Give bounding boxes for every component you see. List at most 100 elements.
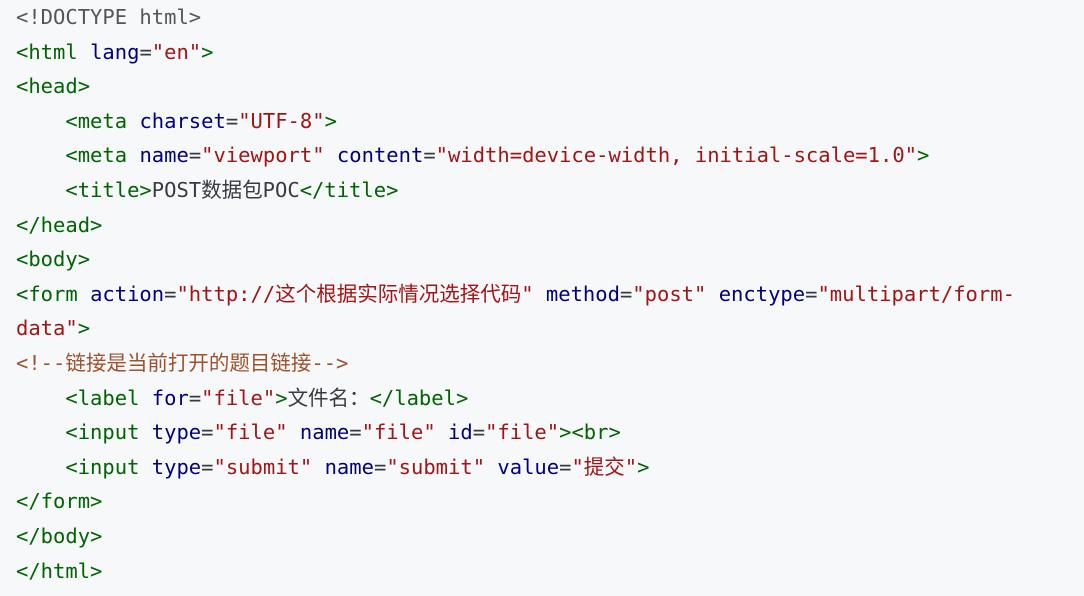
code-token-str: "submit" bbox=[386, 454, 486, 479]
code-token-text: 文件名： bbox=[287, 385, 370, 410]
code-token-tag: > bbox=[201, 39, 214, 64]
code-token-text: = bbox=[139, 39, 152, 64]
code-token-comment: <!--链接是当前打开的题目链接--> bbox=[16, 351, 349, 375]
code-token-str: "file" bbox=[213, 420, 288, 445]
code-token-str: "file" bbox=[361, 420, 436, 445]
code-token-str: "width=device-width, initial-scale=1.0" bbox=[435, 143, 918, 168]
code-token-tag: ><br> bbox=[559, 420, 621, 445]
code-token-attr: id bbox=[448, 420, 473, 445]
code-line: <input type="file" name="file" id="file"… bbox=[16, 415, 621, 449]
code-token-tag: </title> bbox=[299, 178, 399, 202]
code-line: <label for="file">文件名：</label> bbox=[16, 381, 468, 415]
code-line: <!--链接是当前打开的题目链接--> bbox=[16, 346, 348, 380]
code-token-text: POST数据包POC bbox=[151, 178, 300, 202]
code-line: <meta charset="UTF-8"> bbox=[16, 104, 337, 138]
code-token-attr: lang bbox=[90, 39, 140, 64]
code-line: </head> bbox=[16, 208, 102, 242]
code-token-text: = bbox=[188, 143, 202, 168]
code-token-text: = bbox=[805, 281, 818, 306]
code-token-attr: type bbox=[151, 454, 202, 479]
code-token-attr: type bbox=[151, 420, 202, 445]
code-line: </html> bbox=[16, 554, 102, 588]
code-line: <input type="submit" name="submit" value… bbox=[16, 450, 650, 484]
code-block: <!DOCTYPE html> <html lang="en"> <head> <m… bbox=[0, 0, 1084, 596]
code-token-str: "提交" bbox=[571, 454, 638, 479]
code-token-tag: > bbox=[917, 143, 930, 168]
code-token-attr: charset bbox=[139, 108, 226, 133]
code-token-tag: <label bbox=[65, 385, 140, 410]
code-token-str: "UTF-8" bbox=[238, 108, 325, 133]
code-token-tag: <title> bbox=[65, 178, 152, 202]
code-token-tag: </body> bbox=[16, 524, 103, 548]
code-line: <html lang="en"> bbox=[16, 35, 214, 69]
code-token-attr: name bbox=[139, 143, 189, 168]
code-token-str: data" bbox=[16, 316, 78, 341]
code-token-tag: </label> bbox=[369, 385, 469, 410]
code-token-tag: <meta bbox=[65, 143, 128, 168]
code-token-tag: <meta bbox=[65, 108, 128, 133]
code-token-tag: </form> bbox=[16, 489, 103, 514]
code-line: <form action="http://这个根据实际情况选择代码" metho… bbox=[16, 277, 1015, 311]
code-token-text: = bbox=[201, 420, 214, 445]
code-token-str: "en" bbox=[151, 39, 202, 64]
code-token-text: = bbox=[472, 420, 486, 445]
code-token-tag: <html bbox=[16, 39, 78, 64]
code-token-tag: <body> bbox=[16, 247, 91, 272]
code-token-str: "http://这个根据实际情况选择代码" bbox=[176, 281, 534, 306]
code-token-text: = bbox=[164, 281, 177, 306]
code-token-tag: </head> bbox=[16, 212, 103, 237]
code-token-attr: name bbox=[299, 420, 350, 445]
code-token-attr: value bbox=[497, 454, 560, 479]
code-line: <head> bbox=[16, 69, 90, 103]
code-token-text: = bbox=[225, 108, 239, 133]
code-token-attr: enctype bbox=[718, 281, 806, 306]
code-token-attr: method bbox=[545, 281, 620, 306]
code-token-text: = bbox=[201, 454, 214, 479]
code-line: <meta name="viewport" content="width=dev… bbox=[16, 138, 929, 172]
code-token-text: = bbox=[188, 385, 202, 410]
code-token-attr: content bbox=[336, 143, 424, 168]
code-token-tag: <input bbox=[65, 454, 140, 479]
code-line: data"> bbox=[16, 311, 90, 345]
code-token-attr: action bbox=[90, 281, 165, 306]
code-line: <body> bbox=[16, 242, 90, 276]
code-token-doctype: <!DOCTYPE html> bbox=[16, 5, 202, 29]
code-token-str: "submit" bbox=[213, 454, 313, 479]
code-token-tag: > bbox=[324, 108, 337, 133]
code-token-text: = bbox=[349, 420, 362, 445]
code-line: </body> bbox=[16, 519, 102, 553]
code-line: <!DOCTYPE html> bbox=[16, 0, 201, 34]
code-token-str: "file" bbox=[201, 385, 276, 410]
code-token-tag: > bbox=[77, 316, 91, 341]
code-token-tag: </html> bbox=[16, 558, 103, 583]
code-token-str: "multipart/form- bbox=[817, 281, 1015, 306]
code-line: </form> bbox=[16, 484, 102, 518]
code-token-str: "viewport" bbox=[201, 143, 325, 168]
code-token-str: "file" bbox=[485, 420, 560, 445]
code-token-attr: for bbox=[151, 385, 189, 410]
code-token-text: = bbox=[423, 143, 436, 168]
code-token-tag: <form bbox=[16, 281, 78, 306]
code-token-str: "post" bbox=[632, 281, 707, 306]
code-token-tag: > bbox=[637, 454, 650, 479]
code-token-attr: name bbox=[324, 454, 374, 479]
code-token-text: = bbox=[619, 281, 633, 306]
